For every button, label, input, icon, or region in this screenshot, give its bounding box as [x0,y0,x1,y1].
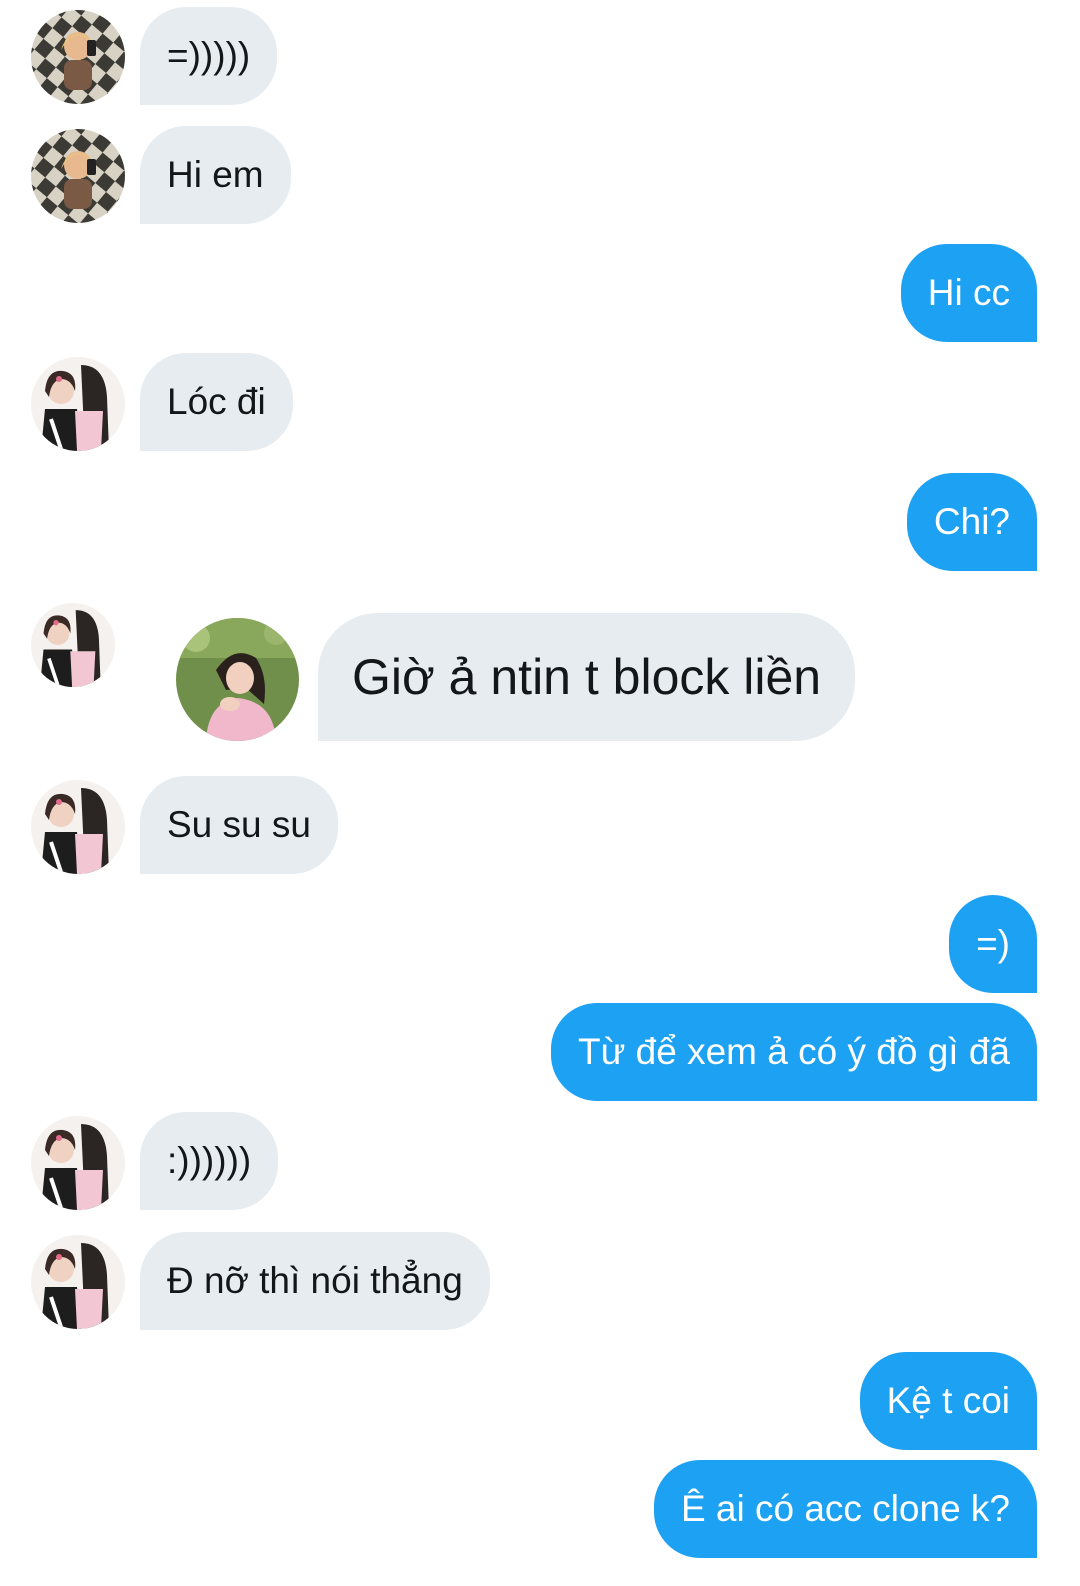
avatar-b-icon[interactable] [31,603,115,687]
message-bubble: Từ để xem ả có ý đồ gì đã [551,1003,1037,1101]
message-bubble: Lóc đi [140,353,293,451]
message-bubble: :)))))) [140,1112,279,1210]
message-bubble: Đ nỡ thì nói thẳng [140,1232,490,1330]
message-bubble: Kệ t coi [859,1352,1037,1450]
message-bubble: =))))) [140,7,278,105]
avatar-a-icon[interactable] [31,129,125,223]
avatar-b-icon[interactable] [31,1116,125,1210]
message-bubble: Hi cc [900,244,1037,342]
avatar-a-icon[interactable] [31,10,125,104]
avatar-b-icon[interactable] [31,357,125,451]
avatar-b-icon[interactable] [31,780,125,874]
message-bubble: Su su su [140,776,338,874]
girl-photo-sticker-icon [176,618,299,741]
avatar-b-icon[interactable] [31,1235,125,1329]
message-bubble: Chi? [906,473,1037,571]
message-bubble: Ê ai có acc clone k? [653,1460,1037,1558]
message-bubble: =) [949,895,1037,993]
message-bubble: Hi em [140,126,291,224]
message-bubble: Giờ ả ntin t block liền [318,613,856,741]
